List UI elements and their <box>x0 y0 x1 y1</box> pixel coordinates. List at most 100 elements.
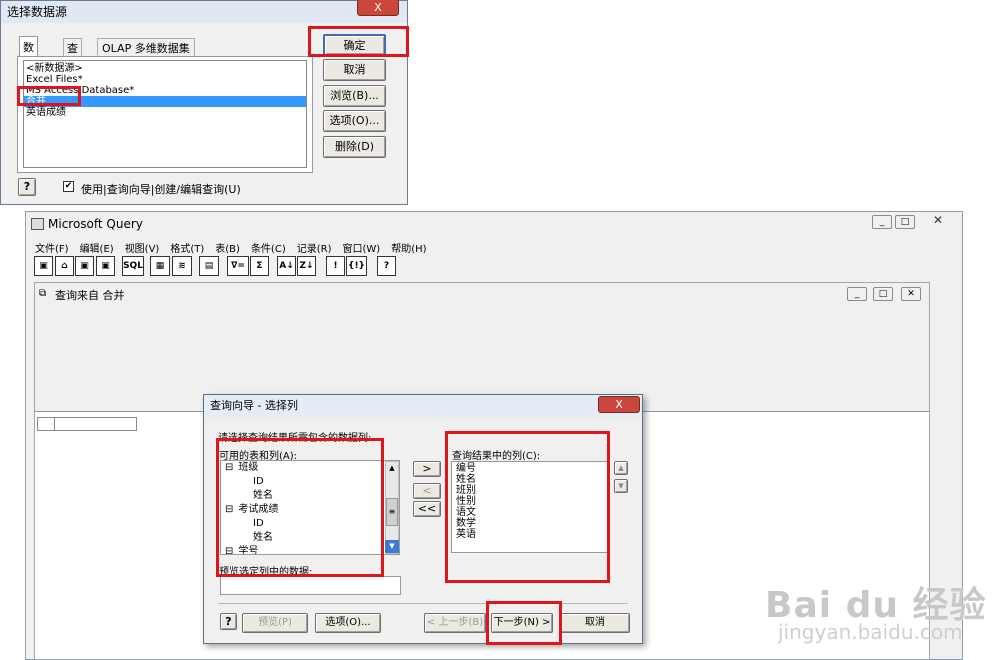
result-column-item[interactable]: 姓名 <box>452 474 608 485</box>
open-query-icon[interactable]: ⌂ <box>55 256 74 276</box>
child-restore-icon[interactable]: □ <box>873 287 893 301</box>
help-icon[interactable]: ? <box>18 178 36 196</box>
menu-view[interactable]: 视图(V) <box>125 244 160 255</box>
preview-button[interactable]: 预览(P) <box>242 613 308 633</box>
collapse-icon[interactable]: ⊟ <box>225 504 233 515</box>
tree-item-label: ID <box>253 518 264 529</box>
result-columns-label: 查询结果中的列(C): <box>452 451 541 462</box>
list-item[interactable]: Excel Files* <box>24 74 306 85</box>
result-column-item[interactable]: 编号 <box>452 463 608 474</box>
remove-column-button[interactable]: < <box>413 483 441 499</box>
available-scrollbar[interactable]: ▲ ≡ ▼ <box>385 461 399 554</box>
collapse-icon[interactable]: ⊟ <box>225 546 233 554</box>
menu-criteria[interactable]: 条件(C) <box>251 244 286 255</box>
list-item[interactable]: 英语成绩 <box>24 107 306 118</box>
minimize-icon[interactable]: _ <box>872 215 892 229</box>
baidu-watermark-url: jingyan.baidu.com <box>778 620 963 644</box>
child-window-icon: ⧉ <box>39 288 47 299</box>
scroll-down-icon[interactable]: ▼ <box>385 540 399 553</box>
query-wizard-dialog: 查询向导 - 选择列 X 请选择查询结果所需包含的数据列: 可用的表和列(A):… <box>203 394 643 644</box>
list-item[interactable]: <新数据源> <box>24 63 306 74</box>
help-icon[interactable]: ? <box>220 613 237 630</box>
tree-item[interactable]: ID <box>221 475 399 489</box>
cycle-totals-icon[interactable]: Σ <box>250 256 269 276</box>
auto-query-icon[interactable]: {!} <box>346 256 367 276</box>
tab-olap[interactable]: OLAP 多维数据集 <box>97 38 195 56</box>
separator <box>218 603 628 604</box>
menu-window[interactable]: 窗口(W) <box>343 244 381 255</box>
tree-item[interactable]: 姓名 <box>221 531 399 545</box>
ok-button[interactable]: 确定 <box>323 34 386 56</box>
result-columns-list[interactable]: 编号 姓名 班别 性别 语文 数学 英语 <box>451 461 609 553</box>
use-wizard-checkbox[interactable]: ✔ <box>63 181 74 192</box>
close-button[interactable]: X <box>357 0 399 16</box>
menu-help[interactable]: 帮助(H) <box>391 244 426 255</box>
menu-format[interactable]: 格式(T) <box>170 244 204 255</box>
result-column-item[interactable]: 班别 <box>452 485 608 496</box>
show-criteria-icon[interactable]: ≋ <box>172 256 192 276</box>
wizard-title: 查询向导 - 选择列 <box>204 395 642 417</box>
select-data-source-dialog: 选择数据源 X 数据库 查询 OLAP 多维数据集 <新数据源> Excel F… <box>0 0 408 205</box>
tree-item-label: 班级 <box>238 462 259 473</box>
tree-item[interactable]: 姓名 <box>221 489 399 503</box>
child-minimize-icon[interactable]: _ <box>847 287 867 301</box>
sort-ascending-icon[interactable]: A↓ <box>277 256 296 276</box>
data-grid-header[interactable] <box>37 417 137 431</box>
add-tables-icon[interactable]: ▤ <box>199 256 219 276</box>
delete-button[interactable]: 删除(D) <box>323 136 386 158</box>
tree-item[interactable]: ⊟ 考试成绩 <box>221 503 399 517</box>
result-column-item[interactable]: 数学 <box>452 518 608 529</box>
cancel-button[interactable]: 取消 <box>560 613 630 633</box>
options-button[interactable]: 选项(O)... <box>323 110 386 132</box>
tab-database[interactable]: 数据库 <box>19 36 38 86</box>
tree-item[interactable]: ⊟ 班级 <box>221 461 399 475</box>
tree-item[interactable]: ⊟ 学号 <box>221 545 399 555</box>
wizard-close-button[interactable]: X <box>598 396 640 413</box>
tree-item-label: 学号 <box>238 546 259 555</box>
tree-item-label: 姓名 <box>253 490 273 501</box>
browse-button[interactable]: 浏览(B)... <box>323 85 386 107</box>
move-down-icon[interactable]: ▼ <box>614 479 628 493</box>
menu-edit[interactable]: 编辑(E) <box>80 244 114 255</box>
child-close-icon[interactable]: ✕ <box>901 287 921 301</box>
list-item[interactable]: MS Access Database* <box>24 85 306 96</box>
add-column-button[interactable]: > <box>413 461 441 477</box>
close-icon[interactable]: ✕ <box>925 213 951 229</box>
scroll-up-icon[interactable]: ▲ <box>386 462 398 474</box>
data-source-list[interactable]: <新数据源> Excel Files* MS Access Database* … <box>23 60 307 168</box>
show-tables-icon[interactable]: ▦ <box>150 256 170 276</box>
query-now-icon[interactable]: ! <box>326 256 345 276</box>
child-window-title: 查询来自 合并 <box>55 289 125 302</box>
menu-table[interactable]: 表(B) <box>215 244 240 255</box>
move-up-icon[interactable]: ▲ <box>614 461 628 475</box>
available-columns-tree[interactable]: ⊟ 班级 ID 姓名 ⊟ 考试成绩 ID 姓名 ⊟ 学号 <box>220 460 400 555</box>
scroll-thumb[interactable]: ≡ <box>386 498 398 526</box>
criteria-equals-icon[interactable]: ∇= <box>227 256 249 276</box>
result-column-item[interactable]: 英语 <box>452 529 608 540</box>
cancel-button[interactable]: 取消 <box>323 59 386 81</box>
result-column-item[interactable]: 语文 <box>452 507 608 518</box>
menu-bar: 文件(F) 编辑(E) 视图(V) 格式(T) 表(B) 条件(C) 记录(R) 窗口(W) 帮… <box>35 240 438 255</box>
list-item-selected[interactable]: 合并 <box>24 96 306 107</box>
result-column-item[interactable]: 性别 <box>452 496 608 507</box>
tree-item-label: 考试成绩 <box>238 504 279 515</box>
use-wizard-label: 使用|查询向导|创建/编辑查询(U) <box>81 183 241 196</box>
tab-query[interactable]: 查询 <box>63 38 82 71</box>
options-button[interactable]: 选项(O)... <box>315 613 381 633</box>
menu-file[interactable]: 文件(F) <box>35 244 69 255</box>
tree-item[interactable]: ID <box>221 517 399 531</box>
maximize-icon[interactable]: □ <box>895 215 915 229</box>
menu-records[interactable]: 记录(R) <box>297 244 332 255</box>
return-data-icon[interactable]: ▣ <box>96 256 115 276</box>
new-query-icon[interactable]: ▣ <box>34 256 53 276</box>
wizard-prompt: 请选择查询结果所需包含的数据列: <box>218 433 372 444</box>
back-button[interactable]: < 上一步(B) <box>424 613 486 633</box>
help-icon[interactable]: ? <box>377 256 396 276</box>
sql-button[interactable]: SQL <box>122 256 144 276</box>
sort-descending-icon[interactable]: Z↓ <box>297 256 316 276</box>
dialog-title: 选择数据源 <box>1 1 407 23</box>
save-query-icon[interactable]: ▣ <box>75 256 94 276</box>
remove-all-button[interactable]: << <box>413 501 441 517</box>
collapse-icon[interactable]: ⊟ <box>225 462 233 473</box>
next-button[interactable]: 下一步(N) > <box>491 613 553 633</box>
